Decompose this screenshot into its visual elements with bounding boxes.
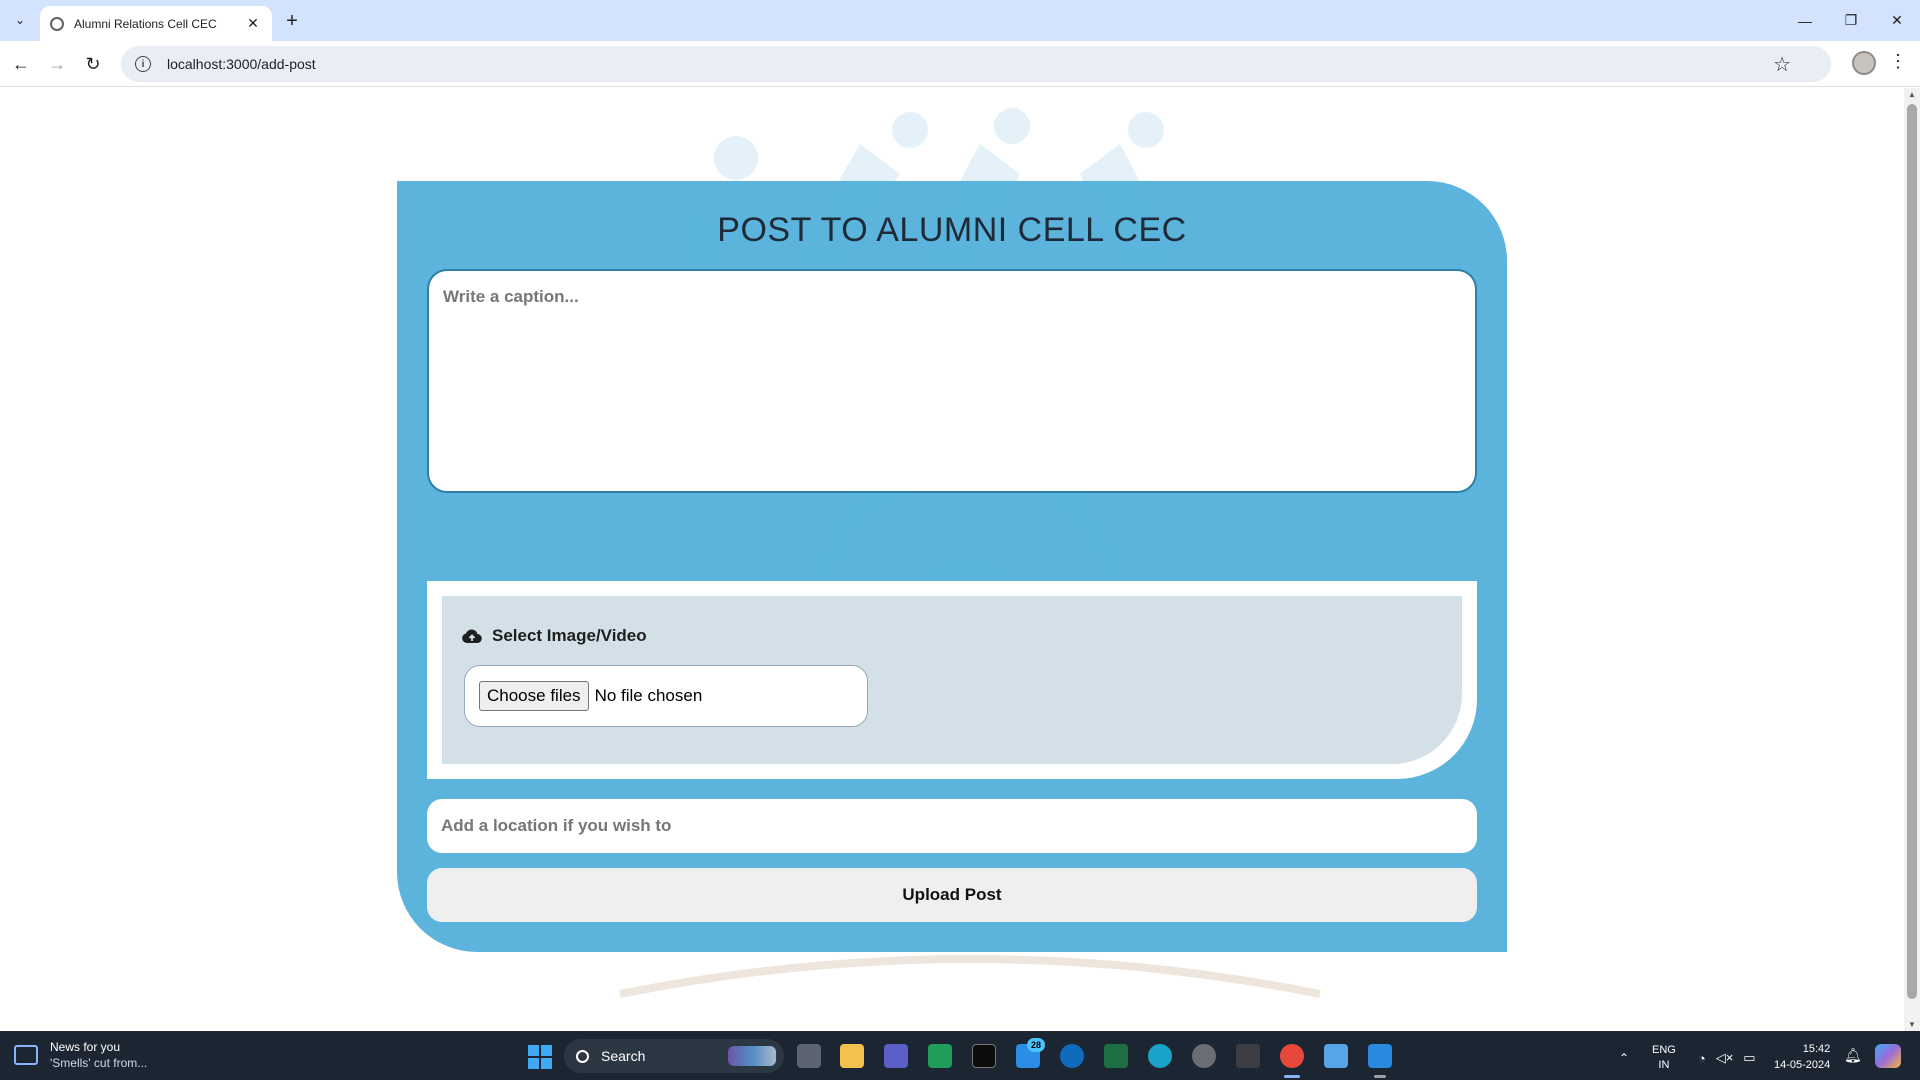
tab-dropdown-icon[interactable]: ⌄ xyxy=(8,8,32,32)
chevron-up-icon[interactable]: ⌃ xyxy=(1614,1051,1634,1065)
address-bar[interactable]: i localhost:3000/add-post ☆ xyxy=(121,46,1831,82)
globe-icon xyxy=(50,16,64,31)
page-scrollbar[interactable]: ▲ ▼ xyxy=(1904,88,1920,1031)
upload-panel: Select Image/Video Choose files No file … xyxy=(442,596,1462,764)
chrome-icon[interactable] xyxy=(1280,1044,1304,1068)
vscode-running-indicator xyxy=(1374,1075,1386,1078)
page-viewport: POST TO ALUMNI CELL CEC Select Image/Vid… xyxy=(0,88,1904,1031)
copilot-icon[interactable] xyxy=(1875,1044,1901,1068)
battery-icon[interactable]: ▭ xyxy=(1743,1050,1755,1066)
file-explorer-icon[interactable] xyxy=(840,1044,864,1068)
clock-time: 15:42 xyxy=(1802,1043,1831,1055)
reload-icon[interactable]: ↻ xyxy=(80,51,106,77)
news-widget[interactable]: News for you 'Smells' cut from... xyxy=(14,1039,147,1071)
notepad-icon[interactable] xyxy=(1324,1044,1348,1068)
cloud-upload-icon xyxy=(462,629,482,644)
excel-icon[interactable] xyxy=(1104,1044,1128,1068)
wifi-icon[interactable]: ◔ xyxy=(1698,1051,1706,1066)
upload-post-button[interactable]: Upload Post xyxy=(427,868,1477,922)
clock-date: 14-05-2024 xyxy=(1774,1059,1831,1071)
edge-icon[interactable] xyxy=(1148,1044,1172,1068)
windows-taskbar: News for you 'Smells' cut from... Search… xyxy=(0,1031,1920,1080)
info-icon[interactable]: i xyxy=(135,56,151,72)
choose-files-button[interactable]: Choose files xyxy=(479,681,589,711)
window-controls: — ❐ ✕ xyxy=(1782,0,1920,41)
tab-title: Alumni Relations Cell CEC xyxy=(74,16,217,31)
file-input[interactable]: Choose files No file chosen xyxy=(464,665,868,727)
news-icon xyxy=(14,1045,38,1065)
upload-label: Select Image/Video xyxy=(462,626,647,646)
lang-line1: ENG xyxy=(1652,1044,1676,1056)
mail-badge: 28 xyxy=(1027,1038,1045,1052)
browser-toolbar: ← → ↻ i localhost:3000/add-post ☆ ⋮ xyxy=(0,41,1920,87)
volume-icon[interactable]: ◁× xyxy=(1716,1050,1734,1066)
search-label: Search xyxy=(601,1048,646,1064)
language-indicator[interactable]: ENG IN xyxy=(1652,1043,1676,1073)
teams-icon[interactable] xyxy=(884,1044,908,1068)
terminal-icon[interactable] xyxy=(972,1044,996,1068)
windows-icon[interactable] xyxy=(528,1045,552,1069)
restore-button[interactable]: ❐ xyxy=(1828,0,1874,41)
back-icon[interactable]: ← xyxy=(8,51,34,77)
store-icon[interactable] xyxy=(1060,1044,1084,1068)
taskbar-search[interactable]: Search xyxy=(564,1039,784,1073)
task-view-icon[interactable] xyxy=(797,1044,821,1068)
lang-line2: IN xyxy=(1658,1059,1670,1071)
search-icon xyxy=(576,1049,589,1063)
browser-tab-bar: ⌄ Alumni Relations Cell CEC ✕ + — ❐ ✕ xyxy=(0,0,1920,41)
scroll-down-arrow-icon[interactable]: ▼ xyxy=(1904,1020,1920,1029)
menu-icon[interactable]: ⋮ xyxy=(1886,51,1910,77)
classroom-icon[interactable] xyxy=(928,1044,952,1068)
star-icon[interactable]: ☆ xyxy=(1773,52,1791,77)
system-tray: ⌃ ENG IN ◔ ◁× ▭ xyxy=(1614,1043,1766,1073)
url-text[interactable]: localhost:3000/add-post xyxy=(167,56,316,72)
forward-icon[interactable]: → xyxy=(44,51,70,77)
post-form-card: POST TO ALUMNI CELL CEC Select Image/Vid… xyxy=(397,181,1507,952)
clock[interactable]: 15:42 14-05-2024 xyxy=(1774,1041,1830,1073)
scroll-up-arrow-icon[interactable]: ▲ xyxy=(1904,90,1920,99)
app-icon-2[interactable] xyxy=(1236,1044,1260,1068)
close-tab-icon[interactable]: ✕ xyxy=(244,15,262,32)
page-title: POST TO ALUMNI CELL CEC xyxy=(717,211,1187,249)
browser-tab[interactable]: Alumni Relations Cell CEC ✕ xyxy=(40,6,272,41)
caption-textarea[interactable] xyxy=(427,269,1477,493)
news-subtitle: 'Smells' cut from... xyxy=(50,1056,148,1070)
upload-label-text: Select Image/Video xyxy=(492,626,647,645)
chrome-active-indicator xyxy=(1284,1075,1300,1078)
profile-icon[interactable] xyxy=(1852,51,1876,75)
minimize-button[interactable]: — xyxy=(1782,0,1828,41)
location-input[interactable] xyxy=(427,799,1477,853)
new-tab-button[interactable]: + xyxy=(280,9,304,33)
vscode-icon[interactable] xyxy=(1368,1044,1392,1068)
search-highlight-icon xyxy=(728,1046,776,1066)
no-file-chosen-text: No file chosen xyxy=(594,686,703,705)
bell-icon[interactable]: 🔔︎ xyxy=(1844,1047,1862,1064)
news-title: News for you xyxy=(50,1040,121,1054)
scroll-thumb[interactable] xyxy=(1907,104,1917,999)
upload-section: Select Image/Video Choose files No file … xyxy=(427,581,1477,779)
close-window-button[interactable]: ✕ xyxy=(1874,0,1920,41)
app-icon[interactable] xyxy=(1192,1044,1216,1068)
